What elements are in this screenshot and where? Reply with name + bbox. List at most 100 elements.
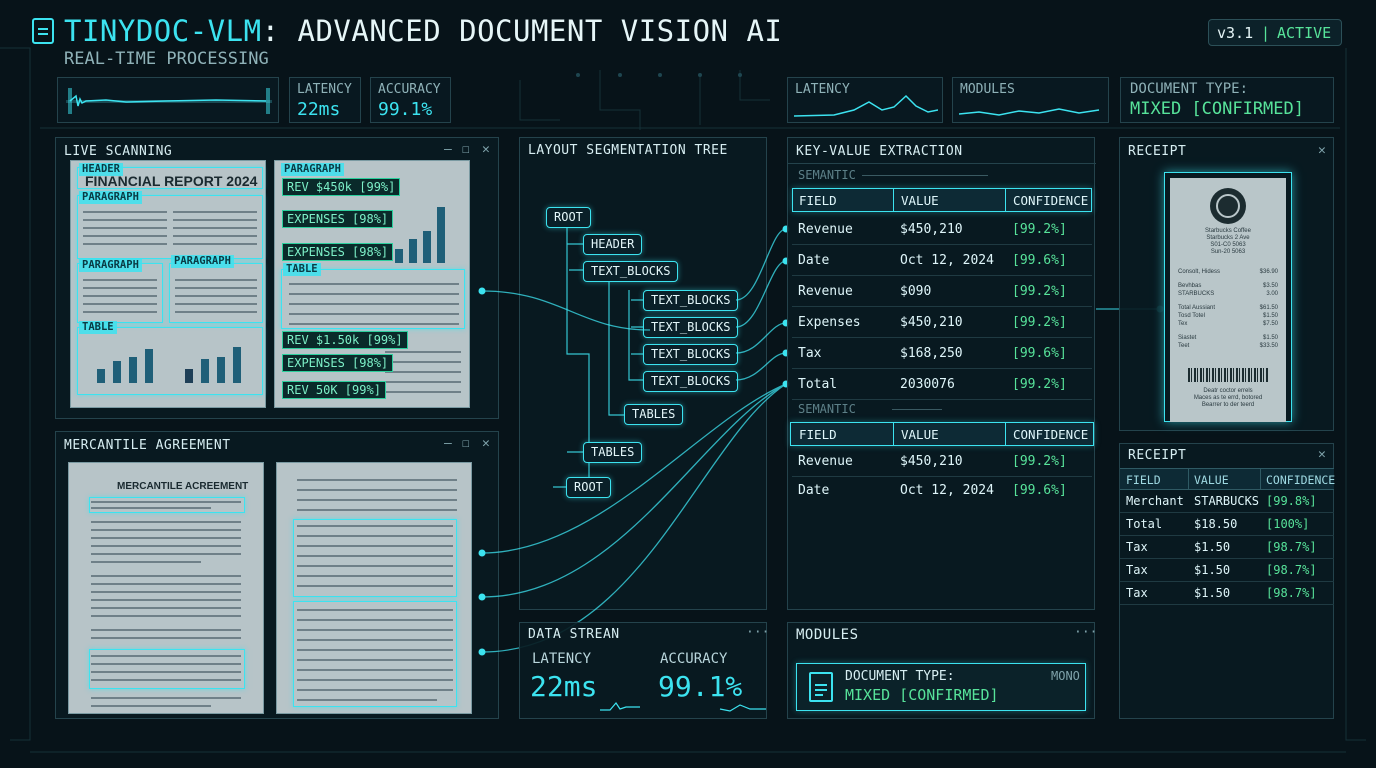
kv-value: $450,210 [900, 454, 963, 469]
stream-accuracy-label: ACCURACY [660, 651, 728, 667]
receipt-row: Total $18.50 [100%] [1120, 513, 1334, 536]
receipt-item-name: Consolt, Hidess [1178, 269, 1221, 275]
receipt-item-price: $36.90 [1259, 269, 1278, 275]
receipt-item-name: STARBUCKS [1178, 291, 1215, 297]
receipt-item-price: $7.50 [1262, 321, 1278, 327]
barcode-icon [1188, 368, 1268, 382]
stream-latency-value: 22ms [530, 670, 598, 703]
receipt-value: $1.50 [1194, 563, 1231, 577]
kv-col-field: FIELD [799, 193, 837, 208]
kv-row: Revenue $450,210 [99.2%] [792, 447, 1092, 477]
stream-sparkline [600, 702, 766, 712]
receipt-confidence: [99.8%] [1266, 494, 1317, 508]
close-button[interactable]: ✕ [1318, 143, 1326, 158]
receipt-confidence: [100%] [1266, 517, 1310, 531]
receipt-preview-panel: RECEIPT ✕ Starbucks Coffee Starbucks 2 A… [1119, 137, 1334, 431]
kv-row: Tax $168,250 [99.6%] [792, 339, 1092, 369]
semantic-label: SEMANTIC [798, 402, 856, 416]
starbucks-logo-icon [1210, 188, 1246, 224]
receipt-table-header: FIELD VALUE CONFIDENCE [1120, 468, 1336, 490]
kv-table-header: FIELD VALUE CONFIDENCE [792, 188, 1092, 212]
receipt-item-price: $61.50 [1259, 305, 1278, 311]
receipt-header-line: Sun-20 5063 [1210, 249, 1246, 255]
receipt-footer-line: Deatr coctor errels [1203, 388, 1253, 394]
receipt-value: $18.50 [1194, 517, 1238, 531]
kv-confidence: [99.2%] [1012, 222, 1067, 237]
receipt-confidence: [98.7%] [1266, 563, 1317, 577]
kv-value: $168,250 [900, 346, 963, 361]
receipt-item-price: $3.50 [1262, 283, 1278, 289]
receipt-row: Merchant STARBUCKS [99.8%] [1120, 490, 1334, 513]
receipt-field: Tax [1126, 540, 1148, 554]
more-options-button[interactable]: ··· [1074, 625, 1097, 640]
kv-value: 2030076 [900, 377, 955, 392]
kv-field: Date [798, 253, 830, 268]
kv-value: Oct 12, 2024 [900, 483, 994, 498]
semantic-label: SEMANTIC [798, 168, 856, 182]
kv-confidence: [99.6%] [1012, 483, 1067, 498]
kv-confidence: [99.2%] [1012, 315, 1067, 330]
more-options-button[interactable]: ··· [746, 625, 769, 640]
modules-panel: MODULES ··· DOCUMENT TYPE: MIXED [CONFIR… [787, 622, 1097, 719]
modules-title: MODULES [796, 627, 859, 643]
receipt-item-name: Tex [1178, 321, 1188, 327]
kv-row: Date Oct 12, 2024 [99.6%] [792, 476, 1092, 506]
receipt-item-name: Total Aussiant [1178, 305, 1216, 311]
kv-col-value: VALUE [901, 193, 939, 208]
kv-value: $450,210 [900, 222, 963, 237]
data-stream-panel: DATA STREAN ··· LATENCY 22ms ACCURACY 99… [519, 622, 769, 719]
kv-field: Revenue [798, 284, 853, 299]
kv-field: Revenue [798, 454, 853, 469]
close-button[interactable]: ✕ [1318, 447, 1326, 462]
receipt-confidence: [98.7%] [1266, 540, 1317, 554]
receipt-row: Tax $1.50 [98.7%] [1120, 559, 1334, 582]
doctype-module-card[interactable]: DOCUMENT TYPE: MIXED [CONFIRMED] MONO [796, 663, 1086, 711]
receipt-item-name: Tosd Totel [1178, 313, 1205, 319]
receipt-item-price: $1.50 [1262, 335, 1278, 341]
receipt-items: Consolt, Hidess $36.90 Bevhbas $3.50 STARB… [1178, 268, 1278, 350]
kv-field: Tax [798, 346, 822, 361]
receipt-confidence: [98.7%] [1266, 586, 1317, 600]
receipt-field: Merchant [1126, 494, 1184, 508]
kv-row: Expenses $450,210 [99.2%] [792, 308, 1092, 338]
module-doctype-label: DOCUMENT TYPE: [845, 669, 955, 684]
receipt-field: Tax [1126, 563, 1148, 577]
kv-value: $090 [900, 284, 932, 299]
kv-confidence: [99.2%] [1012, 377, 1067, 392]
kv-extraction-panel: KEY-VALUE EXTRACTION SEMANTIC FIELD VALU… [787, 137, 1096, 610]
receipt-footer-line: Bearrer to der teerd [1201, 402, 1255, 408]
receipt-header: Starbucks Coffee Starbucks 2 Ave S01-C0 … [1170, 228, 1286, 256]
kv-field: Revenue [798, 222, 853, 237]
kv-confidence: [99.6%] [1012, 346, 1067, 361]
receipt-item-price: $33.50 [1259, 343, 1278, 349]
kv-col-field: FIELD [799, 427, 837, 442]
receipt-field: Tax [1126, 586, 1148, 600]
receipt-col-confidence: CONFIDENCE [1266, 473, 1336, 487]
kv-value: $450,210 [900, 315, 963, 330]
kv-row: Revenue $450,210 [99.2%] [792, 215, 1092, 245]
file-icon [809, 672, 833, 702]
receipt-table-panel: RECEIPT ✕ FIELD VALUE CONFIDENCE Merchan… [1119, 443, 1336, 719]
stream-latency-label: LATENCY [532, 651, 592, 667]
kv-col-value: VALUE [901, 427, 939, 442]
kv-col-confidence: CONFIDENCE [1013, 193, 1089, 208]
kv-confidence: [99.6%] [1012, 253, 1067, 268]
kv-col-confidence: CONFIDENCE [1013, 427, 1089, 442]
receipt-header-line: S01-C0 5063 [1210, 242, 1246, 248]
receipt-row: Tax $1.50 [98.7%] [1120, 536, 1334, 559]
receipt-item-price: $1.50 [1262, 313, 1278, 319]
kv-field: Total [798, 377, 838, 392]
receipt-row: Tax $1.50 [98.7%] [1120, 582, 1334, 605]
kv-row: Total 2030076 [99.2%] [792, 370, 1092, 400]
kv-table-header: FIELD VALUE CONFIDENCE [790, 422, 1094, 446]
kv-confidence: [99.2%] [1012, 454, 1067, 469]
receipt-item-price: 3.00 [1266, 291, 1278, 297]
receipt-item-name: Siastet [1178, 335, 1197, 341]
receipt-item-name: Teet [1178, 343, 1190, 349]
receipt-footer-line: Maces as te errd, botored [1193, 395, 1263, 401]
receipt-item-name: Bevhbas [1178, 283, 1202, 289]
module-doctype-value: MIXED [CONFIRMED] [845, 686, 999, 704]
kv-title: KEY-VALUE EXTRACTION [796, 144, 963, 159]
data-stream-title: DATA STREAN [528, 627, 620, 642]
receipt-value: STARBUCKS [1194, 494, 1260, 508]
